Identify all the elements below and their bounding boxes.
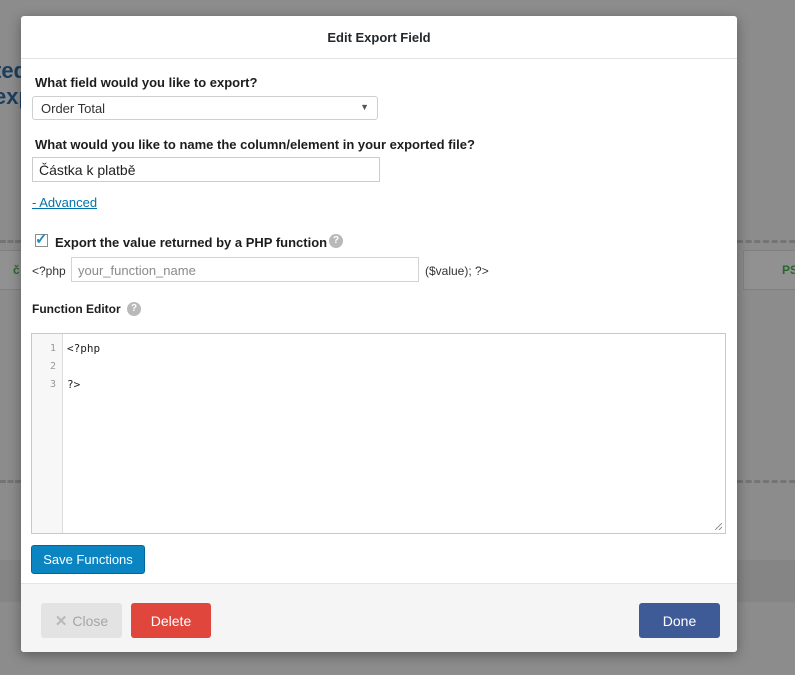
column-name-input[interactable]: Částka k platbě (32, 157, 380, 182)
code-line[interactable]: <?php (67, 342, 100, 355)
done-button[interactable]: Done (639, 603, 720, 638)
advanced-toggle-link[interactable]: - Advanced (32, 195, 97, 210)
checkmark-icon: ✓ (35, 231, 48, 248)
export-field-selected-value: Order Total (41, 101, 106, 116)
delete-button[interactable]: Delete (131, 603, 211, 638)
php-close-tag: ($value); ?> (425, 264, 489, 278)
editor-gutter: 1 2 3 (32, 334, 63, 533)
resize-handle-icon[interactable] (715, 523, 722, 530)
function-code-editor[interactable]: 1 2 3 <?php ?> (31, 333, 726, 534)
modal-title: Edit Export Field (327, 29, 431, 45)
modal-header: Edit Export Field (21, 16, 737, 59)
line-number: 3 (49, 379, 56, 390)
php-open-tag: <?php (32, 264, 66, 278)
column-question-label: What would you like to name the column/e… (35, 137, 475, 152)
function-name-input[interactable]: your_function_name (71, 257, 419, 282)
save-functions-button[interactable]: Save Functions (31, 545, 145, 574)
chevron-down-icon: ▼ (360, 102, 369, 112)
modal-body: What field would you like to export? Ord… (21, 59, 737, 583)
modal-footer: ✕ Close Delete Done (21, 583, 737, 652)
help-icon[interactable]: ? (127, 302, 141, 316)
function-editor-label: Function Editor (32, 302, 121, 316)
code-line[interactable]: ?> (67, 378, 80, 391)
line-number: 1 (49, 343, 56, 354)
export-field-select[interactable]: Order Total ▼ (32, 96, 378, 120)
help-icon[interactable]: ? (329, 234, 343, 248)
close-icon: ✕ (54, 612, 68, 630)
close-button[interactable]: ✕ Close (41, 603, 122, 638)
close-button-label: Close (72, 612, 109, 629)
field-question-label: What field would you like to export? (35, 75, 258, 90)
php-export-checkbox[interactable]: ✓ (35, 231, 48, 248)
edit-export-field-modal: Edit Export Field What field would you l… (21, 16, 737, 652)
php-export-label: Export the value returned by a PHP funct… (55, 235, 328, 250)
line-number: 2 (49, 361, 56, 372)
